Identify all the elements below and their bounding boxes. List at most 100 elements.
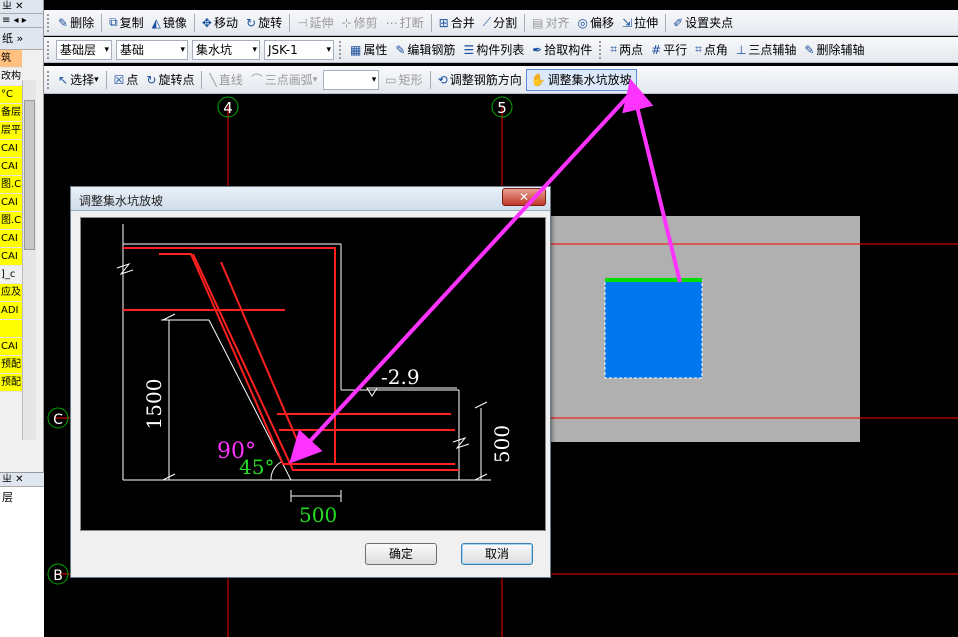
- panel-tabs[interactable]: ≡ ◂ ▸: [0, 14, 43, 28]
- panel-item[interactable]: 层平: [0, 122, 22, 140]
- toolbar-button[interactable]: ⌗ 两点: [606, 39, 647, 61]
- toolbar-grip[interactable]: [47, 40, 51, 59]
- panel-item[interactable]: CAI: [0, 194, 22, 212]
- panel-header[interactable]: ㄓ ✕: [0, 0, 43, 14]
- tool-icon: ☰: [463, 42, 475, 57]
- toolbar-button[interactable]: ⇲ 拉伸: [618, 12, 662, 34]
- toolbar-button[interactable]: # 平行: [647, 39, 691, 61]
- panel-item[interactable]: CAI: [0, 230, 22, 248]
- tool-label: 移动: [213, 16, 238, 30]
- tool-label: 两点: [619, 43, 644, 57]
- toolbar-button[interactable]: ↻ 旋转点: [142, 69, 198, 91]
- panel-item[interactable]: ADI: [0, 302, 22, 320]
- panel-item[interactable]: CAI: [0, 248, 22, 266]
- tool-icon: ⊣: [297, 15, 308, 30]
- panel-item[interactable]: [0, 320, 22, 338]
- separator: [524, 13, 526, 32]
- category-select[interactable]: 基础 ▾: [116, 39, 188, 60]
- tool-icon: ⇲: [622, 15, 633, 30]
- panel-item[interactable]: ]_c: [0, 266, 22, 284]
- toolbar-button[interactable]: ⌗ 点角: [691, 39, 732, 61]
- toolbar-button[interactable]: ⟲ 调整钢筋方向: [434, 69, 526, 91]
- separator: [430, 13, 432, 32]
- toolbar-button[interactable]: ⊹ 修剪: [338, 12, 382, 34]
- floor-select[interactable]: 基础层 ▾: [56, 39, 112, 60]
- panel-item[interactable]: 预配: [0, 356, 22, 374]
- toolbar-button[interactable]: ☒ 点: [110, 69, 143, 91]
- toolbar-grip[interactable]: [47, 70, 51, 89]
- panel-item[interactable]: °C: [0, 86, 22, 104]
- tool-label: 平行: [663, 43, 688, 57]
- tool-icon: ▤: [532, 15, 544, 30]
- tool-icon: ⌗: [695, 42, 702, 56]
- toolbar-button[interactable]: ⊥ 三点辅轴: [732, 39, 800, 61]
- panel-item[interactable]: 改构: [0, 68, 22, 86]
- panel-item[interactable]: 图.C: [0, 212, 22, 230]
- arc-mode-select[interactable]: ▾: [323, 69, 380, 90]
- tool-icon: ▦: [350, 42, 362, 57]
- panel-item[interactable]: CAI: [0, 140, 22, 158]
- tool-label: 偏移: [589, 16, 614, 30]
- toolbar-button[interactable]: ▤ 对齐: [528, 12, 573, 34]
- toolbar-button[interactable]: ✎ 删除: [54, 12, 98, 34]
- close-button[interactable]: ✕: [502, 188, 546, 206]
- toolbar-button[interactable]: ⊣ 延伸: [293, 12, 337, 34]
- panel-tabs-2[interactable]: 纸 »: [0, 28, 43, 50]
- toolbar-button[interactable]: ✒ 拾取构件: [528, 39, 596, 61]
- panel-item[interactable]: 预配: [0, 374, 22, 392]
- toolbar-button[interactable]: ⧉ 复制: [105, 12, 148, 34]
- dropdown-arrow-icon[interactable]: ▾: [313, 75, 318, 85]
- panel-scrollbar[interactable]: [22, 80, 36, 440]
- dialog-titlebar[interactable]: 调整集水坑放坡 ✕: [71, 187, 550, 211]
- app-window: ㄓ ✕ ≡ ◂ ▸ 纸 » 筑改构 °C 备层 层平 CAI CAI 图.C CAI 图.C CA…: [0, 0, 958, 637]
- lower-panel-item[interactable]: 层: [0, 487, 44, 507]
- toolbar-button[interactable]: ⊞ 合并: [435, 12, 479, 34]
- toolbar-button[interactable]: ▭ 矩形: [381, 69, 426, 91]
- toolbar-button[interactable]: ☰ 构件列表: [459, 39, 528, 61]
- tool-icon: ✒: [532, 42, 543, 57]
- toolbar-button[interactable]: ⌒ 三点画弧 ▾: [247, 69, 322, 91]
- toolbar-grip[interactable]: [339, 40, 343, 59]
- toolbar-button[interactable]: ✋ 调整集水坑放坡: [525, 68, 637, 91]
- toolbar-button[interactable]: ↻ 旋转: [242, 12, 286, 34]
- toolbar-button[interactable]: ⟋ 分割: [479, 12, 521, 34]
- lower-panel-header[interactable]: ㄓ ✕: [0, 473, 44, 487]
- toolbar-button[interactable]: ✥ 移动: [198, 12, 242, 34]
- scroll-thumb[interactable]: [24, 100, 35, 250]
- tool-label: 对齐: [545, 16, 570, 30]
- panel-item[interactable]: 筑: [0, 50, 22, 68]
- toolbar-button[interactable]: ✎ 删除辅轴: [800, 39, 868, 61]
- toolbar-grip[interactable]: [47, 13, 51, 32]
- toolbar-button[interactable]: ↖ 选择 ▾: [54, 69, 103, 91]
- foundation-slab[interactable]: [550, 216, 860, 442]
- type-select[interactable]: 集水坑 ▾: [192, 39, 260, 60]
- tool-icon: ☒: [113, 72, 125, 87]
- dropdown-arrow-icon[interactable]: ▾: [94, 75, 99, 85]
- toolbar-button[interactable]: ▦ 属性: [346, 39, 391, 61]
- element-select[interactable]: JSK-1 ▾: [264, 39, 334, 60]
- panel-item[interactable]: CAI: [0, 158, 22, 176]
- tool-icon: ↻: [146, 72, 157, 87]
- toolbar-grip[interactable]: [599, 40, 603, 59]
- tool-icon: ⊞: [438, 15, 449, 30]
- toolbar-button[interactable]: ✐ 设置夹点: [669, 12, 737, 34]
- tool-label: 旋转点: [158, 73, 195, 87]
- sump-pit[interactable]: [604, 279, 703, 379]
- cancel-button[interactable]: 取消: [461, 543, 533, 565]
- panel-item[interactable]: 图.C: [0, 176, 22, 194]
- tool-label: 修剪: [353, 16, 378, 30]
- toolbar-button[interactable]: ◎ 偏移: [574, 12, 619, 34]
- panel-item[interactable]: 备层: [0, 104, 22, 122]
- tool-label: 复制: [119, 16, 144, 30]
- panel-item[interactable]: 应及: [0, 284, 22, 302]
- tool-icon: ⊥: [735, 42, 747, 57]
- panel-item[interactable]: CAI: [0, 338, 22, 356]
- toolbar-button[interactable]: ⋯ 打断: [382, 12, 428, 34]
- lower-left-panel: ㄓ ✕ 层: [0, 472, 44, 637]
- ok-button[interactable]: 确定: [365, 543, 437, 565]
- toolbar-button[interactable]: ╲ 直线: [205, 69, 246, 91]
- toolbar-button[interactable]: ◭ 镜像: [148, 12, 191, 34]
- tool-icon: ⌒: [250, 73, 263, 87]
- toolbar-button[interactable]: ✎ 编辑钢筋: [391, 39, 459, 61]
- tool-icon: ◭: [151, 15, 161, 30]
